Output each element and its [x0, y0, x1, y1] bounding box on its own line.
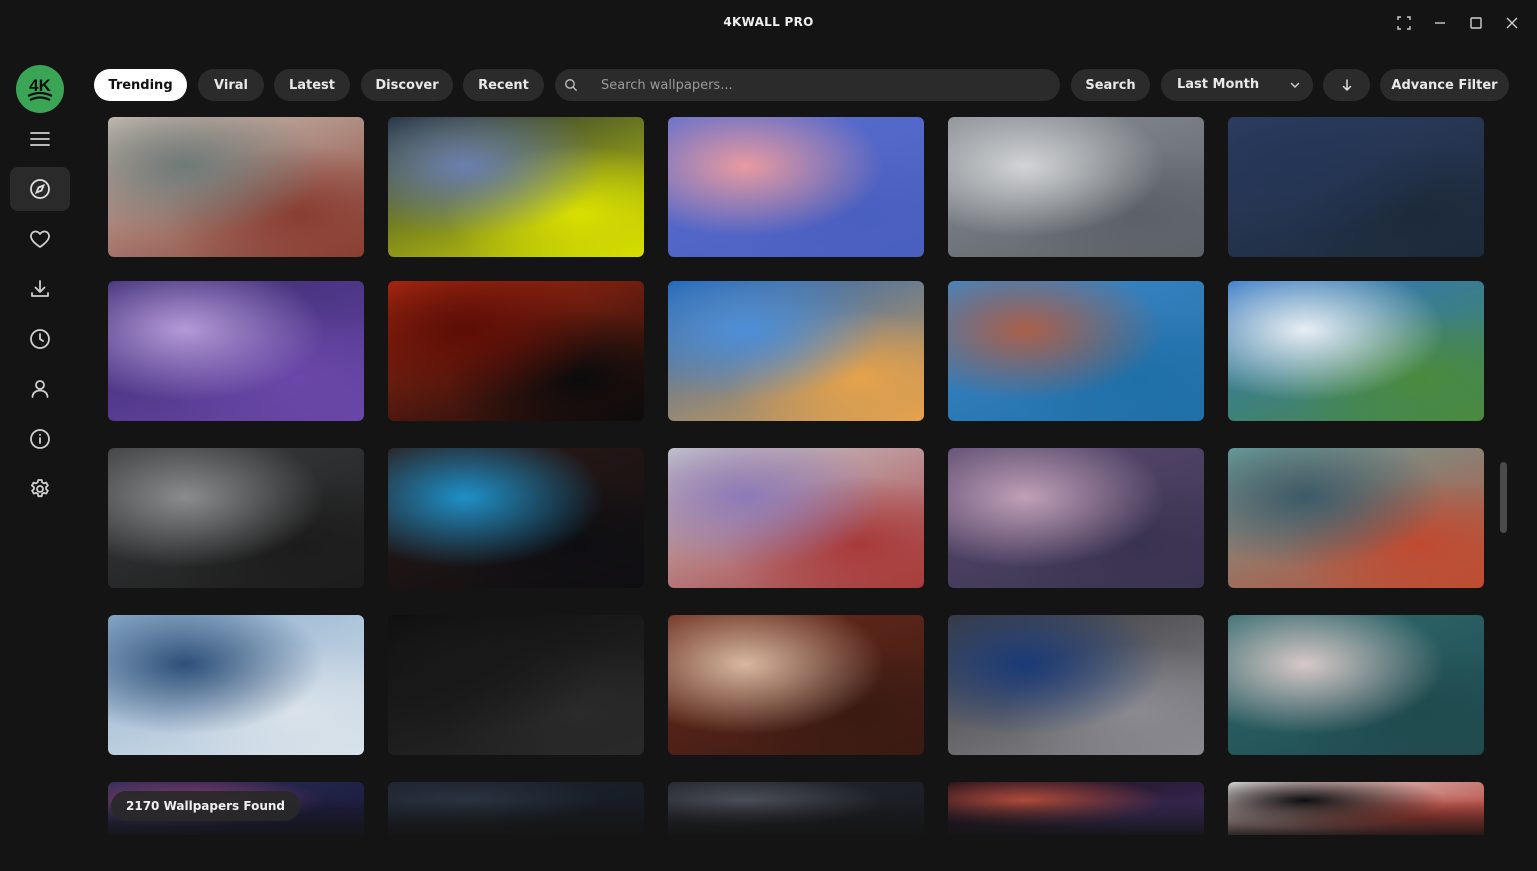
fullscreen-button[interactable] [1392, 11, 1416, 35]
tab-discover[interactable]: Discover [361, 69, 453, 101]
tab-viral[interactable]: Viral [198, 69, 264, 101]
wallpaper-tile[interactable] [388, 782, 644, 835]
maximize-button[interactable] [1464, 11, 1488, 35]
user-icon [31, 380, 49, 398]
tab-latest[interactable]: Latest [274, 69, 350, 101]
search-bar [555, 69, 1060, 101]
wallpaper-tile[interactable] [1228, 281, 1484, 421]
wallpaper-tile[interactable] [1228, 117, 1484, 257]
wallpaper-tile[interactable] [108, 117, 364, 257]
maximize-icon [1470, 17, 1482, 29]
arrow-down-icon [1342, 79, 1351, 91]
wallpaper-tile[interactable] [668, 117, 924, 257]
gear-icon [31, 479, 49, 498]
wallpaper-tile[interactable] [668, 782, 924, 835]
app-title: 4KWALL PRO [723, 15, 814, 29]
compass-icon [30, 179, 50, 199]
sidebar-item-downloads[interactable] [10, 267, 70, 311]
wallpaper-tile[interactable] [1228, 448, 1484, 588]
wallpaper-tile[interactable] [1228, 782, 1484, 835]
wallpaper-tile[interactable] [668, 615, 924, 755]
wallpaper-tile[interactable] [388, 615, 644, 755]
minimize-icon [1435, 22, 1445, 24]
sidebar-item-profile[interactable] [10, 367, 70, 411]
wallpaper-tile[interactable] [948, 117, 1204, 257]
wallpaper-tile[interactable] [388, 448, 644, 588]
sidebar-item-menu[interactable] [10, 117, 70, 161]
sidebar-item-discover[interactable] [10, 167, 70, 211]
wallpaper-tile[interactable] [108, 281, 364, 421]
wallpaper-tile[interactable] [388, 117, 644, 257]
results-count-badge: 2170 Wallpapers Found [111, 791, 300, 821]
download-icon [31, 280, 49, 297]
wallpaper-tile[interactable] [108, 615, 364, 755]
wallpaper-tile[interactable] [388, 281, 644, 421]
sidebar-item-about[interactable] [10, 417, 70, 461]
sidebar-item-settings[interactable] [10, 467, 70, 511]
wallpaper-tile[interactable] [948, 281, 1204, 421]
sidebar: 4K [0, 46, 80, 871]
info-icon [30, 429, 50, 449]
close-button[interactable] [1500, 11, 1524, 35]
wallpaper-tile[interactable] [948, 782, 1204, 835]
search-button[interactable]: Search [1071, 69, 1150, 101]
wallpaper-tile[interactable] [108, 448, 364, 588]
menu-icon [30, 132, 50, 146]
search-input[interactable] [601, 69, 1041, 101]
minimize-button[interactable] [1428, 11, 1452, 35]
search-icon [565, 79, 577, 91]
fullscreen-icon [1397, 16, 1411, 30]
tab-recent[interactable]: Recent [463, 69, 544, 101]
wallpaper-tile[interactable] [1228, 615, 1484, 755]
wallpaper-tile[interactable] [668, 281, 924, 421]
app-logo[interactable]: 4K [16, 65, 64, 113]
sort-button[interactable] [1323, 69, 1370, 101]
chevron-down-icon [1290, 82, 1300, 88]
close-icon [1506, 17, 1518, 29]
sidebar-item-history[interactable] [10, 317, 70, 361]
heart-icon [30, 230, 50, 248]
title-bar: 4KWALL PRO [0, 0, 1537, 46]
logo-icon: 4K [27, 76, 53, 101]
wallpaper-tile[interactable] [948, 615, 1204, 755]
period-dropdown[interactable]: Last Month [1161, 69, 1313, 101]
advance-filter-button[interactable]: Advance Filter [1380, 69, 1509, 101]
wallpaper-tile[interactable] [948, 448, 1204, 588]
clock-icon [30, 329, 50, 349]
scrollbar-thumb[interactable] [1500, 462, 1507, 533]
period-dropdown-value: Last Month [1177, 77, 1260, 92]
tab-trending[interactable]: Trending [94, 69, 187, 101]
wallpaper-tile[interactable] [668, 448, 924, 588]
sidebar-item-favorites[interactable] [10, 217, 70, 261]
wallpaper-grid [108, 117, 1484, 835]
